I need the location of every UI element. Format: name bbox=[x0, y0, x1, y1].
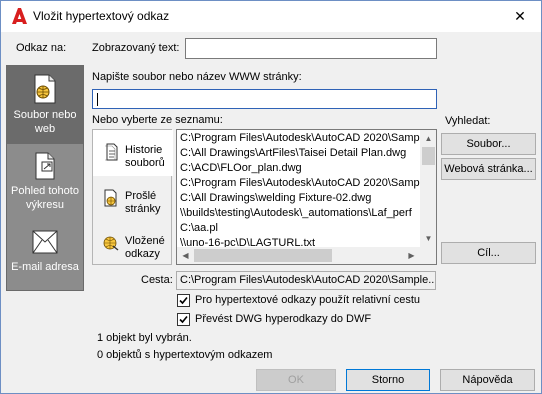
browse-label: Vyhledat: bbox=[445, 115, 491, 127]
tab-browsed-pages-label: Prošlé stránky bbox=[125, 190, 161, 215]
ok-button[interactable]: OK bbox=[256, 369, 336, 391]
tab-browsed-pages[interactable]: Prošlé stránky bbox=[93, 176, 173, 222]
tab-file-history[interactable]: Historie souborů bbox=[93, 130, 173, 176]
list-source-tabs: Historie souborů Prošlé stránky Vložené odk… bbox=[92, 129, 173, 266]
globe-document-icon bbox=[34, 74, 56, 104]
browsed-pages-icon bbox=[104, 189, 117, 207]
file-or-url-label: Napište soubor nebo název WWW stránky: bbox=[92, 71, 302, 83]
autocad-a-icon bbox=[12, 8, 27, 24]
path-value: C:\Program Files\Autodesk\AutoCAD 2020\S… bbox=[176, 271, 436, 290]
close-icon: ✕ bbox=[514, 8, 526, 24]
convert-dwf-label: Převést DWG hyperodkazy do DWF bbox=[195, 313, 372, 325]
tab-file-history-label: Historie souborů bbox=[125, 144, 165, 169]
inserted-links-icon bbox=[103, 236, 119, 251]
list-item[interactable]: C:\All Drawings\ArtFiles\Taisei Detail P… bbox=[180, 147, 406, 159]
relative-path-checkbox[interactable] bbox=[177, 294, 190, 307]
tab-inserted-links-label: Vložené odkazy bbox=[125, 235, 165, 260]
sidebar-item-email[interactable]: E-mail adresa bbox=[7, 220, 83, 290]
convert-dwf-checkbox[interactable] bbox=[177, 313, 190, 326]
checkmark-icon bbox=[179, 296, 188, 305]
scroll-left-icon[interactable]: ◀ bbox=[177, 247, 194, 264]
horizontal-scroll-thumb[interactable] bbox=[194, 249, 332, 262]
drawing-view-icon bbox=[35, 152, 55, 180]
sidebar-label-email: E-mail adresa bbox=[11, 261, 79, 273]
title-bar: Vložit hypertextový odkaz ✕ bbox=[1, 1, 541, 32]
scroll-down-icon[interactable]: ▼ bbox=[420, 230, 436, 247]
list-item[interactable]: C:\aa.pl bbox=[180, 222, 218, 234]
sidebar-label-file-or-web: Soubor nebo web bbox=[13, 109, 77, 135]
hyperlink-dialog: Vložit hypertextový odkaz ✕ Odkaz na: So… bbox=[0, 0, 542, 394]
list-section-label: Nebo vyberte ze seznamu: bbox=[92, 114, 223, 126]
dialog-title: Vložit hypertextový odkaz bbox=[33, 9, 170, 23]
scroll-up-icon[interactable]: ▲ bbox=[420, 130, 436, 147]
list-item[interactable]: C:\All Drawings\welding Fixture-02.dwg bbox=[180, 192, 371, 204]
list-horizontal-scrollbar[interactable]: ◀ ▶ bbox=[177, 247, 420, 264]
sidebar-item-file-or-web[interactable]: Soubor nebo web bbox=[7, 66, 83, 144]
browse-file-button[interactable]: Soubor... bbox=[441, 133, 536, 155]
help-button[interactable]: Nápověda bbox=[440, 369, 535, 391]
sidebar-label-drawing-view: Pohled tohoto výkresu bbox=[11, 185, 79, 211]
list-vertical-scrollbar[interactable]: ▲ ▼ bbox=[420, 130, 436, 264]
tab-inserted-links[interactable]: Vložené odkazy bbox=[93, 222, 173, 266]
display-text-input[interactable] bbox=[185, 38, 437, 59]
checkmark-icon bbox=[179, 315, 188, 324]
vertical-scroll-thumb[interactable] bbox=[422, 147, 435, 165]
recent-files-list[interactable]: C:\Program Files\Autodesk\AutoCAD 2020\S… bbox=[176, 129, 437, 265]
links-status: 0 objektů s hypertextovým odkazem bbox=[97, 349, 273, 361]
file-or-url-input[interactable] bbox=[92, 89, 437, 109]
list-item[interactable]: C:\ACD\FLOor_plan.dwg bbox=[180, 162, 302, 174]
close-button[interactable]: ✕ bbox=[506, 5, 534, 27]
sidebar-item-drawing-view[interactable]: Pohled tohoto výkresu bbox=[7, 144, 83, 220]
link-to-label: Odkaz na: bbox=[16, 42, 67, 54]
link-type-sidebar: Soubor nebo web Pohled tohoto výkresu E-… bbox=[6, 65, 84, 291]
list-item[interactable]: C:\Program Files\Autodesk\AutoCAD 2020\S… bbox=[180, 177, 422, 189]
envelope-icon bbox=[32, 230, 58, 254]
cancel-button[interactable]: Storno bbox=[346, 369, 430, 391]
path-label: Cesta: bbox=[141, 274, 173, 286]
list-item[interactable]: C:\Program Files\Autodesk\AutoCAD 2020\S… bbox=[180, 132, 428, 144]
selection-status: 1 objekt byl vybrán. bbox=[97, 332, 192, 344]
target-button[interactable]: Cíl... bbox=[441, 242, 536, 264]
relative-path-label: Pro hypertextové odkazy použít relativní… bbox=[195, 294, 421, 306]
scroll-right-icon[interactable]: ▶ bbox=[403, 247, 420, 264]
list-item[interactable]: \\builds\testing\Autodesk\_automations\L… bbox=[180, 207, 412, 219]
text-caret bbox=[97, 93, 98, 106]
display-text-label: Zobrazovaný text: bbox=[92, 42, 180, 54]
file-history-icon bbox=[105, 143, 118, 161]
browse-web-button[interactable]: Webová stránka... bbox=[441, 158, 536, 180]
